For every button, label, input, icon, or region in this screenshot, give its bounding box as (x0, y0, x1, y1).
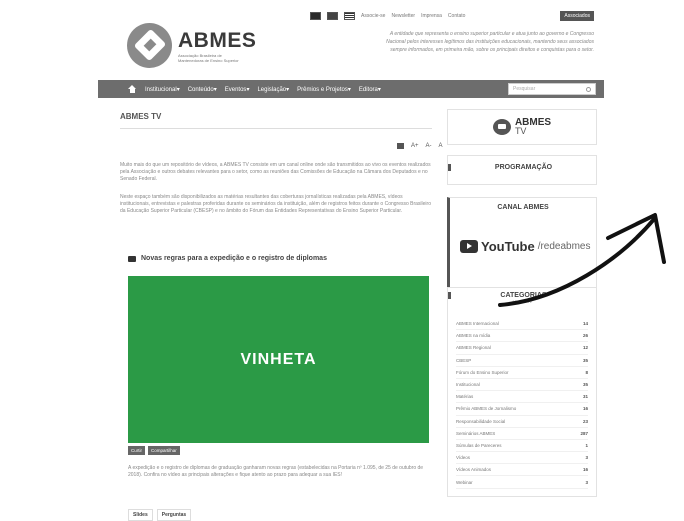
category-name: Prêmio ABMES de Jornalismo (456, 406, 517, 412)
category-count: 23 (582, 418, 588, 424)
category-item[interactable]: ABMES Regional 12 (456, 342, 588, 355)
nav-institucional[interactable]: Institucional▾ (145, 86, 180, 93)
category-count: 8 (585, 369, 588, 375)
search-input[interactable]: Pesquisar (508, 83, 596, 95)
newsletter-link[interactable]: Newsletter (391, 13, 415, 19)
nav-legislacao[interactable]: Legislação▾ (257, 86, 289, 93)
associe-link[interactable]: Associe-se (361, 13, 385, 19)
nav-eventos[interactable]: Eventos▾ (225, 86, 250, 93)
spain-flag-icon[interactable] (327, 12, 338, 20)
programacao-box[interactable]: PROGRAMAÇÃO (447, 155, 597, 185)
video-title: Novas regras para a expedição e o regist… (128, 255, 327, 262)
category-count: 1 (585, 442, 588, 448)
category-name: Responsabilidade Social (456, 418, 506, 424)
tagline: A entidade que representa o ensino super… (386, 31, 594, 53)
category-count: 287 (580, 430, 588, 436)
category-name: CBESP (456, 357, 472, 363)
category-name: Súmulas de Pareceres (456, 442, 502, 448)
video-player[interactable]: VINHETA (128, 276, 429, 443)
category-item[interactable]: Institucional 35 (456, 379, 588, 392)
category-item[interactable]: Vídeos Animados 16 (456, 464, 588, 477)
category-item[interactable]: Prêmio ABMES de Jornalismo 16 (456, 403, 588, 416)
share-button[interactable]: Compartilhar (148, 446, 180, 455)
nav-premios[interactable]: Prêmios e Projetos▾ (297, 86, 351, 93)
brand-name: ABMES (178, 28, 257, 52)
category-item[interactable]: Webinar 3 (456, 476, 588, 489)
main-nav: Institucional▾ Conteúdo▾ Eventos▾ Legisl… (98, 80, 604, 98)
abmes-mark-icon (127, 23, 172, 68)
category-name: ABMES Regional (456, 345, 491, 351)
category-item[interactable]: ABMES Internacional 14 (456, 318, 588, 331)
intro-paragraph: Muito mais do que um repositório de víde… (120, 162, 431, 182)
video-overlay-text: VINHETA (240, 350, 317, 368)
font-decrease-button[interactable]: A- (426, 143, 432, 149)
category-name: Vídeos (456, 455, 471, 461)
tv-icon (492, 119, 511, 135)
tab-perguntas[interactable]: Perguntas (156, 509, 192, 521)
usa-flag-icon[interactable] (344, 12, 355, 20)
category-count: 3 (585, 479, 588, 485)
brand-sub: Associação Brasileira de Mantenedoras de… (178, 52, 239, 63)
category-item[interactable]: CBESP 35 (456, 355, 588, 367)
text-tools: A+ A- A (397, 143, 443, 149)
nav-editora[interactable]: Editora▾ (359, 86, 381, 93)
category-name: ABMES Internacional (456, 321, 499, 327)
abmes-logo[interactable]: ABMES Associação Brasileira de Mantenedo… (127, 23, 256, 68)
category-name: Fórum do Ensino Superior (456, 369, 509, 375)
category-item[interactable]: Súmulas de Pareceres 1 (456, 440, 588, 453)
category-count: 14 (582, 321, 588, 327)
video-description: A expedição e o registro de diplomas de … (128, 465, 424, 478)
category-item[interactable]: Seminários ABMES 287 (456, 428, 588, 440)
brazil-flag-icon[interactable] (310, 12, 321, 20)
category-name: Webinar (456, 479, 473, 485)
categorias-box: CATEGORIAS ABMES TV ABMES Internacional 1… (447, 287, 597, 497)
category-item[interactable]: Responsabilidade Social 23 (456, 416, 588, 428)
category-count: 16 (582, 406, 588, 412)
category-count: 3 (585, 455, 588, 461)
contato-link[interactable]: Contato (448, 13, 466, 19)
category-count: 35 (582, 357, 588, 363)
arrow-head (606, 213, 666, 264)
youtube-link[interactable]: YouTube /redeabmes (460, 239, 591, 254)
category-name: Vídeos Animados (456, 467, 492, 473)
abmes-tv-logo[interactable]: ABMES TV (447, 109, 597, 145)
youtube-icon (460, 240, 478, 253)
category-count: 16 (582, 467, 588, 473)
divider (120, 128, 432, 129)
page-title: ABMES TV (120, 112, 162, 121)
tab-slides[interactable]: Slides (128, 509, 153, 521)
canal-box: CANAL ABMES YouTube /redeabmes (447, 197, 597, 289)
category-list: ABMES Internacional 14 ABMES na mídia 26 ABM… (448, 318, 596, 489)
print-icon[interactable] (397, 143, 404, 149)
description-paragraph: Neste espaço também são disponibilizados… (120, 194, 431, 214)
search-icon[interactable] (586, 87, 591, 92)
category-item[interactable]: ABMES na mídia 26 (456, 330, 588, 343)
programacao-heading: PROGRAMAÇÃO (448, 164, 596, 171)
utility-bar: Associe-se Newsletter Imprensa Contato A… (310, 10, 594, 22)
font-reset-button[interactable]: A (439, 143, 443, 149)
category-item[interactable]: Vídeos 3 (456, 452, 588, 465)
category-count: 35 (582, 382, 588, 388)
imprensa-link[interactable]: Imprensa (421, 13, 442, 19)
category-name: ABMES na mídia (456, 333, 491, 339)
associados-button[interactable]: Associados (560, 11, 594, 21)
share-buttons: Curtir Compartilhar (128, 446, 180, 455)
home-icon[interactable] (128, 85, 137, 93)
category-count: 26 (582, 333, 588, 339)
category-count: 31 (582, 394, 588, 400)
category-item[interactable]: Fórum do Ensino Superior 8 (456, 367, 588, 379)
category-count: 12 (582, 345, 588, 351)
category-name: Institucional (456, 382, 480, 388)
like-button[interactable]: Curtir (128, 446, 145, 455)
content-tabs: Slides Perguntas (128, 509, 192, 521)
category-name: Matérias (456, 394, 474, 400)
font-increase-button[interactable]: A+ (411, 143, 419, 149)
categorias-heading: CATEGORIAS (448, 292, 596, 299)
nav-conteudo[interactable]: Conteúdo▾ (188, 86, 217, 93)
category-name: Seminários ABMES (456, 430, 496, 436)
categorias-subheading: ABMES TV (511, 299, 533, 304)
category-item[interactable]: Matérias 31 (456, 391, 588, 404)
video-icon (128, 255, 136, 262)
canal-heading: CANAL ABMES (497, 204, 549, 211)
